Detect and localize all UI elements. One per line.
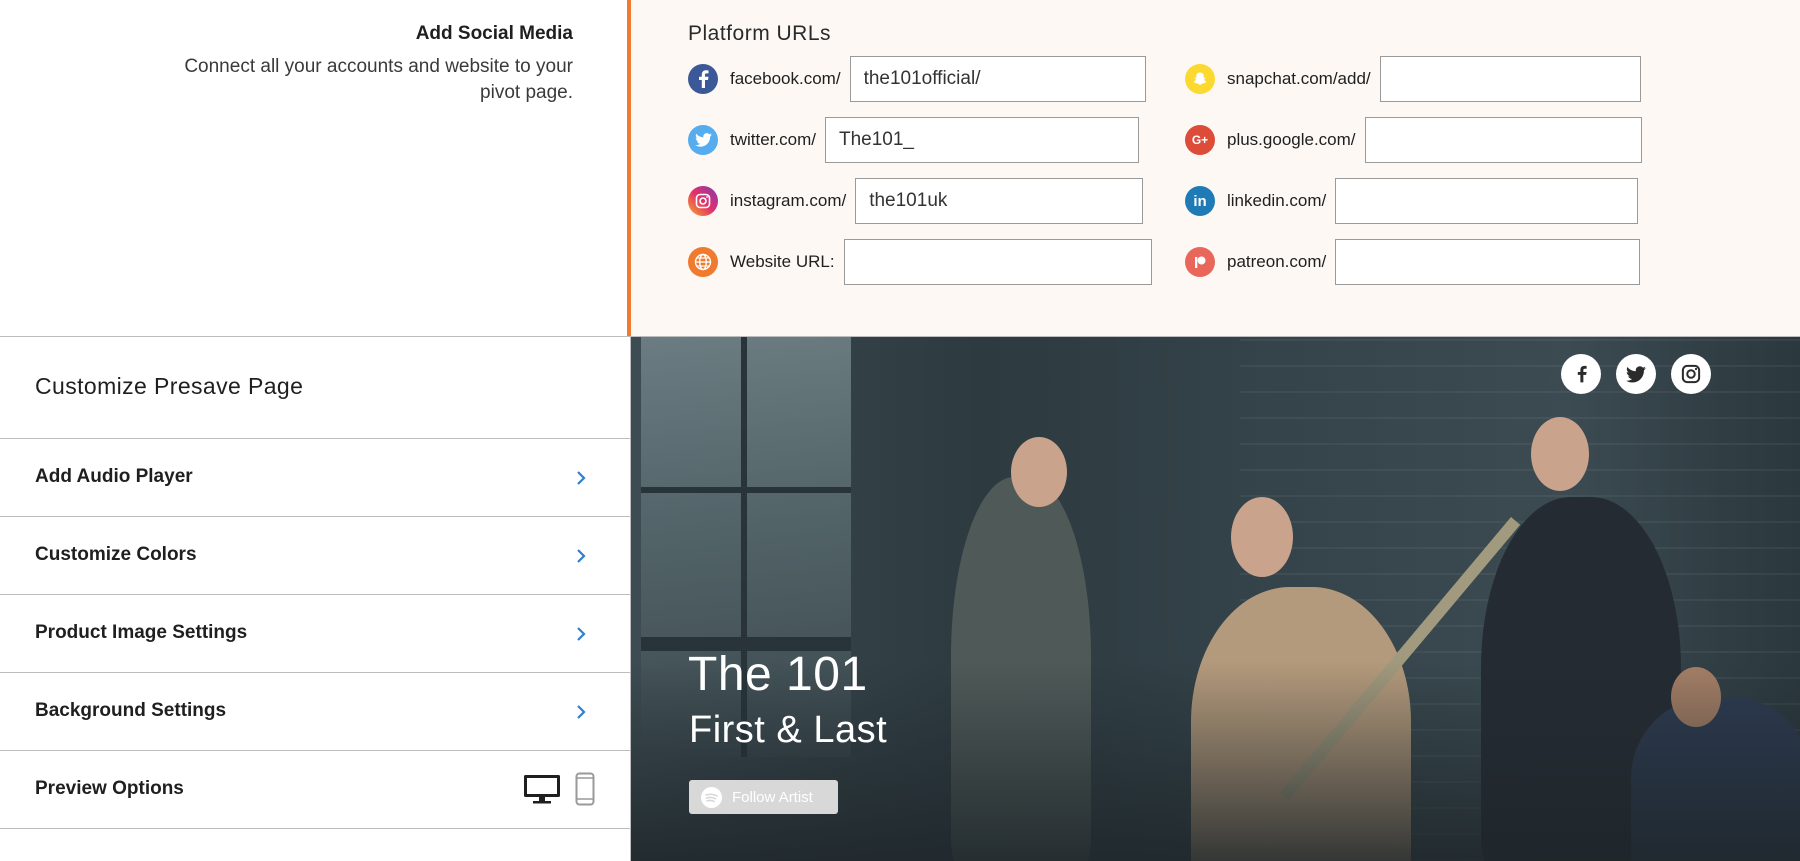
- platform-urls-title: Platform URLs: [688, 22, 832, 45]
- spotify-icon: [701, 786, 722, 808]
- artist-name: The 101: [688, 648, 868, 701]
- menu-item-background-settings[interactable]: Background Settings: [0, 673, 630, 751]
- website-label: Website URL:: [730, 252, 835, 271]
- snapchat-row: snapchat.com/add/: [1185, 56, 1641, 102]
- instagram-icon[interactable]: [1671, 354, 1711, 394]
- facebook-icon: [688, 64, 718, 94]
- patreon-label: patreon.com/: [1227, 252, 1327, 271]
- presave-preview: The 101 First & Last Follow Artist: [631, 337, 1800, 861]
- menu-item-label: Product Image Settings: [35, 622, 248, 643]
- follow-artist-label: Follow Artist: [732, 788, 813, 806]
- customize-header: Customize Presave Page: [0, 337, 630, 439]
- customize-menu: Customize Presave Page Add Audio Player …: [0, 337, 630, 861]
- linkedin-icon: in: [1185, 186, 1215, 216]
- menu-item-add-audio-player[interactable]: Add Audio Player: [0, 439, 630, 517]
- google-plus-icon: G+: [1185, 125, 1215, 155]
- linkedin-label: linkedin.com/: [1227, 191, 1327, 210]
- instagram-input[interactable]: [855, 178, 1144, 224]
- patreon-row: patreon.com/: [1185, 239, 1641, 285]
- desktop-icon[interactable]: [522, 773, 562, 805]
- twitter-icon: [688, 125, 718, 155]
- globe-icon: [688, 247, 718, 277]
- instagram-row: instagram.com/: [688, 178, 1144, 224]
- twitter-input[interactable]: [824, 117, 1139, 163]
- chevron-right-icon: [577, 471, 586, 485]
- patreon-input[interactable]: [1335, 239, 1641, 285]
- google-plus-label: plus.google.com/: [1227, 130, 1356, 149]
- chevron-right-icon: [577, 627, 586, 641]
- twitter-label: twitter.com/: [730, 130, 816, 149]
- linkedin-row: in linkedin.com/: [1185, 178, 1639, 224]
- social-section-title: Add Social Media: [415, 23, 573, 44]
- menu-item-label: Preview Options: [35, 778, 184, 799]
- facebook-icon[interactable]: [1561, 354, 1601, 394]
- song-title: First & Last: [689, 709, 888, 751]
- menu-item-customize-colors[interactable]: Customize Colors: [0, 517, 630, 595]
- snapchat-label: snapchat.com/add/: [1227, 69, 1371, 88]
- chevron-right-icon: [577, 549, 586, 563]
- menu-item-product-image-settings[interactable]: Product Image Settings: [0, 595, 630, 673]
- instagram-icon: [688, 186, 718, 216]
- customize-title: Customize Presave Page: [35, 373, 304, 399]
- facebook-row: facebook.com/: [688, 56, 1146, 102]
- platform-urls-panel: Platform URLs facebook.com/ twitter.com/…: [631, 0, 1800, 337]
- menu-item-label: Add Audio Player: [35, 466, 193, 487]
- social-section-description: Connect all your accounts and website to…: [184, 56, 573, 103]
- website-row: Website URL:: [688, 239, 1152, 285]
- menu-item-label: Customize Colors: [35, 544, 197, 565]
- google-plus-row: G+ plus.google.com/: [1185, 117, 1642, 163]
- twitter-icon[interactable]: [1616, 354, 1656, 394]
- facebook-label: facebook.com/: [730, 69, 841, 88]
- google-plus-input[interactable]: [1364, 117, 1642, 163]
- menu-item-label: Background Settings: [35, 700, 227, 721]
- website-input[interactable]: [843, 239, 1152, 285]
- snapchat-input[interactable]: [1379, 56, 1641, 102]
- linkedin-input[interactable]: [1335, 178, 1639, 224]
- twitter-row: twitter.com/: [688, 117, 1139, 163]
- facebook-input[interactable]: [849, 56, 1146, 102]
- patreon-icon: [1185, 247, 1215, 277]
- social-section-info: Add Social Media Connect all your accoun…: [0, 0, 627, 337]
- menu-item-preview-options: Preview Options: [0, 751, 630, 829]
- snapchat-icon: [1185, 64, 1215, 94]
- chevron-right-icon: [577, 705, 586, 719]
- instagram-label: instagram.com/: [730, 191, 847, 210]
- mobile-icon[interactable]: [575, 772, 595, 806]
- follow-artist-button[interactable]: Follow Artist: [689, 780, 838, 814]
